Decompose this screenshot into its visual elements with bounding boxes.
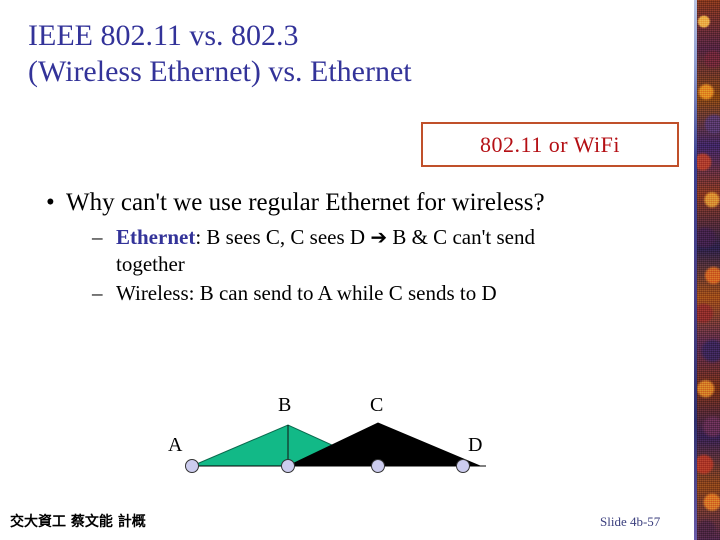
sub-bullet-text-a: : B sees C, C sees D xyxy=(195,225,371,249)
sub-bullet-marker-icon: – xyxy=(92,225,103,249)
hidden-terminal-diagram: A B C D xyxy=(150,385,530,490)
bullet-marker-icon: • xyxy=(46,189,55,216)
sub-bullet-wrap-line: together xyxy=(116,252,185,276)
footer-attribution: 交大資工 蔡文能 計概 xyxy=(10,514,146,530)
sub-bullet-ethernet: – Ethernet: B sees C, C sees D ➔ B & C c… xyxy=(24,224,684,278)
node-b xyxy=(281,459,295,473)
node-a xyxy=(185,459,199,473)
node-label-c: C xyxy=(370,394,384,416)
sub-bullet-text-b: B & C can't send xyxy=(387,225,535,249)
callout-text: 802.11 or WiFi xyxy=(480,131,620,157)
node-c xyxy=(371,459,385,473)
slide-canvas: IEEE 802.11 vs. 802.3 (Wireless Ethernet… xyxy=(0,0,720,540)
slide-number: Slide 4b-57 xyxy=(600,514,661,529)
title-line-1: IEEE 802.11 vs. 802.3 xyxy=(28,19,299,52)
decorative-edge-strip xyxy=(694,0,720,540)
title-line-2: (Wireless Ethernet) vs. Ethernet xyxy=(28,55,412,88)
sub-bullet-keyword: Ethernet xyxy=(116,225,196,249)
bullet-list: • Why can't we use regular Ethernet for … xyxy=(24,186,684,307)
node-label-b: B xyxy=(278,394,292,416)
callout-box: 802.11 or WiFi xyxy=(421,122,679,167)
bullet-main: • Why can't we use regular Ethernet for … xyxy=(24,186,684,220)
sub-bullet-wireless-text: Wireless: B can send to A while C sends … xyxy=(116,281,497,305)
right-arrow-icon: ➔ xyxy=(370,225,388,249)
sub-bullet-marker-icon-2: – xyxy=(92,281,103,305)
node-label-a: A xyxy=(168,434,183,456)
bullet-main-text: Why can't we use regular Ethernet for wi… xyxy=(66,189,545,216)
edge-strip-grain xyxy=(697,0,720,540)
page-title: IEEE 802.11 vs. 802.3 (Wireless Ethernet… xyxy=(28,18,668,90)
sub-bullet-wireless: – Wireless: B can send to A while C send… xyxy=(24,280,684,307)
node-label-d: D xyxy=(468,434,483,456)
node-d xyxy=(456,459,470,473)
